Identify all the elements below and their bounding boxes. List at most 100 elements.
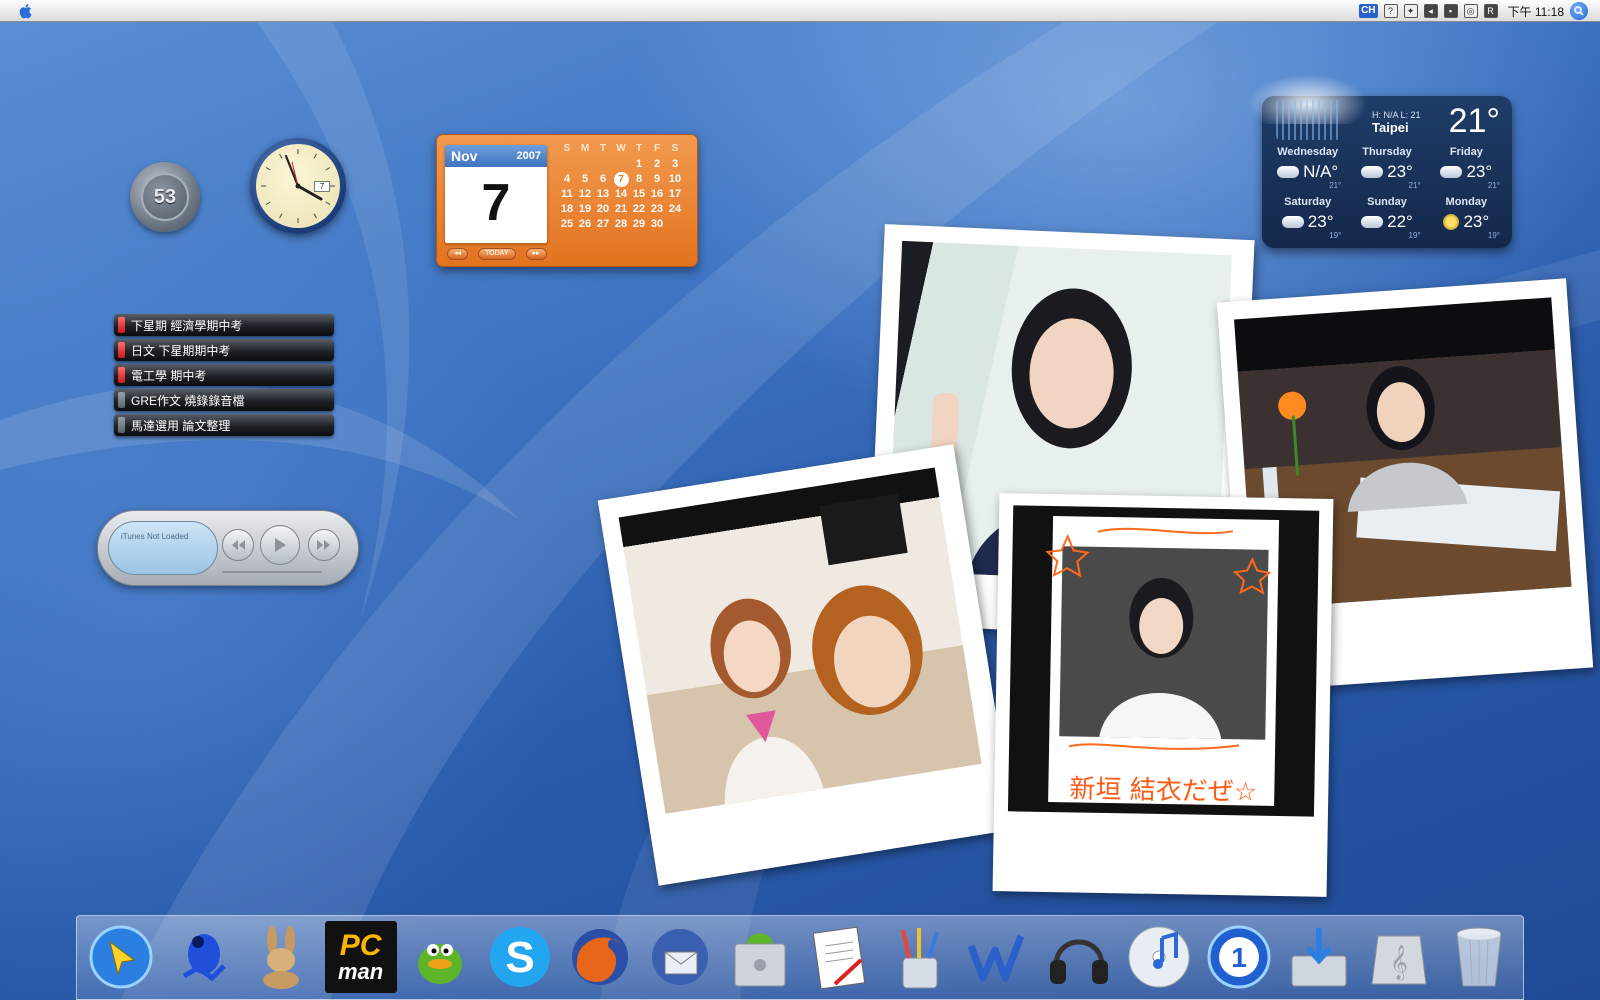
calendar-date[interactable]: 28 (612, 217, 630, 232)
rain-cloud-icon (1277, 166, 1300, 178)
forecast-day-name: Monday (1445, 196, 1488, 208)
calendar-date[interactable]: 1 (630, 157, 648, 172)
analog-clock-widget[interactable]: 7 (250, 138, 346, 234)
app-tray-icon[interactable]: R (1483, 4, 1498, 18)
todo-item[interactable]: 下星期 經濟學期中考 (114, 314, 334, 336)
itunes-play-button[interactable] (260, 525, 300, 565)
calendar-date[interactable]: 29 (630, 217, 648, 232)
polaroid-photo[interactable]: 新垣 結衣だぜ☆ (992, 493, 1334, 897)
input-method-indicator[interactable]: CH (1359, 4, 1378, 18)
todo-item[interactable]: GRE作文 燒錄錄音檔 (114, 389, 334, 411)
calendar-date[interactable]: 16 (648, 187, 666, 202)
two-friends-figure (710, 493, 923, 805)
calendar-date[interactable]: 26 (576, 217, 594, 232)
dock-item-firefox[interactable] (563, 919, 637, 995)
dock-item-duck[interactable] (403, 919, 477, 995)
itunes-previous-button[interactable] (222, 529, 254, 561)
dock-item-finder[interactable] (84, 919, 158, 995)
calendar-date[interactable]: 19 (576, 202, 594, 217)
calendar-next-button[interactable]: ▸▸ (525, 248, 547, 260)
polaroid-caption: 新垣 結衣だぜ☆ (1069, 774, 1258, 808)
green-duck-icon (418, 944, 463, 984)
calendar-date[interactable]: 15 (630, 187, 648, 202)
dock-item-update[interactable]: 1 (1202, 919, 1276, 995)
todo-widget[interactable]: 下星期 經濟學期中考 日文 下星期期中考 電工學 期中考 GRE作文 燒錄錄音檔… (114, 314, 334, 439)
volume-icon[interactable]: ◂ (1423, 4, 1438, 18)
weather-widget[interactable]: H: N/A L: 21 Taipei 21° Wednesday N/A° 2… (1248, 74, 1512, 248)
calendar-date[interactable]: 7 (612, 172, 630, 187)
todo-item[interactable]: 電工學 期中考 (114, 364, 334, 386)
spotlight-search-icon[interactable] (1570, 2, 1588, 20)
calendar-date[interactable]: 8 (630, 172, 648, 187)
cpu-gauge-widget[interactable]: 53 (130, 162, 200, 232)
dock-item-skype[interactable]: S (483, 919, 557, 995)
dock-item-mac-disk[interactable] (723, 919, 797, 995)
calendar-date[interactable]: 2 (648, 157, 666, 172)
calendar-date[interactable]: 27 (594, 217, 612, 232)
calendar-date[interactable]: 13 (594, 187, 612, 202)
calendar-widget[interactable]: Nov 2007 7 S M T W T F S 1 2 3 4 5 6 7 8 9 10 11 12 13 14 15 1… (436, 134, 698, 267)
forecast-day: Monday 23° 19° (1427, 196, 1506, 242)
calendar-date[interactable]: 25 (558, 217, 576, 232)
forecast-high: 23° (1347, 162, 1426, 182)
forecast-high: 23° (1427, 212, 1506, 232)
polaroid-photo[interactable] (597, 444, 1015, 886)
itunes-volume-slider[interactable] (222, 571, 322, 573)
todo-tag (118, 342, 125, 358)
display-icon[interactable]: ▪ (1443, 4, 1458, 18)
dock-item-itunes[interactable] (1122, 919, 1196, 995)
todo-item[interactable]: 日文 下星期期中考 (114, 339, 334, 361)
mac-hard-disk-icon (734, 933, 786, 987)
calendar-prev-button[interactable]: ◂◂ (447, 248, 469, 260)
apple-menu-icon[interactable] (18, 2, 34, 20)
help-icon[interactable]: ? (1383, 4, 1398, 18)
calendar-date[interactable]: 20 (594, 202, 612, 217)
calendar-date[interactable]: 18 (558, 202, 576, 217)
menubar-clock[interactable]: 下午 11:18 (1508, 3, 1564, 20)
dock-item-recycle-bin[interactable] (1442, 919, 1516, 995)
rain-icon (1276, 100, 1340, 140)
calendar-page: Nov 2007 7 (445, 145, 547, 243)
calendar-date[interactable]: 30 (648, 217, 666, 232)
calendar-blank (612, 157, 630, 172)
calendar-date[interactable]: 4 (558, 172, 576, 187)
dock-item-headphones[interactable] (1042, 919, 1116, 995)
calendar-date[interactable]: 22 (630, 202, 648, 217)
dock-item-rich-text[interactable] (803, 919, 877, 995)
forecast-high-value: N/A° (1303, 162, 1339, 181)
calendar-date[interactable]: 23 (648, 202, 666, 217)
todo-text: GRE作文 燒錄錄音檔 (131, 393, 245, 408)
blue-frog-icon (182, 934, 226, 982)
calendar-today-button[interactable]: TODAY (478, 248, 516, 260)
weather-current-temp: 21° (1448, 102, 1500, 140)
forecast-low: 21° (1329, 181, 1342, 190)
calendar-date[interactable]: 6 (594, 172, 612, 187)
calendar-date[interactable]: 14 (612, 187, 630, 202)
dock-item-frog[interactable] (164, 919, 238, 995)
calendar-date[interactable]: 12 (576, 187, 594, 202)
todo-item[interactable]: 馬達選用 論文整理 (114, 414, 334, 436)
calendar-weekday: S (671, 143, 679, 154)
dock-item-rabbit[interactable] (244, 919, 318, 995)
calendar-date[interactable]: 10 (666, 172, 684, 187)
forecast-day: Sunday 22° 19° (1347, 196, 1426, 242)
dock-item-music[interactable]: 𝄞 (1362, 919, 1436, 995)
calendar-date[interactable]: 9 (648, 172, 666, 187)
calendar-date[interactable]: 21 (612, 202, 630, 217)
network-icon[interactable]: ◎ (1463, 4, 1478, 18)
dock-item-pcman[interactable]: PC man (324, 919, 398, 995)
calendar-date[interactable]: 3 (666, 157, 684, 172)
desktop: CH ? ✦ ◂ ▪ ◎ R 下午 11:18 53 7 Nov 2007 7 … (0, 0, 1600, 1000)
dock-item-thunderbird[interactable] (643, 919, 717, 995)
itunes-next-button[interactable] (308, 529, 340, 561)
rain-cloud-icon (1281, 216, 1304, 228)
headphones-icon (1050, 939, 1109, 984)
calendar-date[interactable]: 24 (666, 202, 684, 217)
bluetooth-icon[interactable]: ✦ (1403, 4, 1418, 18)
dock-item-downloads[interactable] (1282, 919, 1356, 995)
calendar-date[interactable]: 17 (666, 187, 684, 202)
dock-item-word[interactable] (963, 919, 1037, 995)
calendar-date[interactable]: 5 (576, 172, 594, 187)
calendar-date[interactable]: 11 (558, 187, 576, 202)
dock-item-pencil-cup[interactable] (883, 919, 957, 995)
